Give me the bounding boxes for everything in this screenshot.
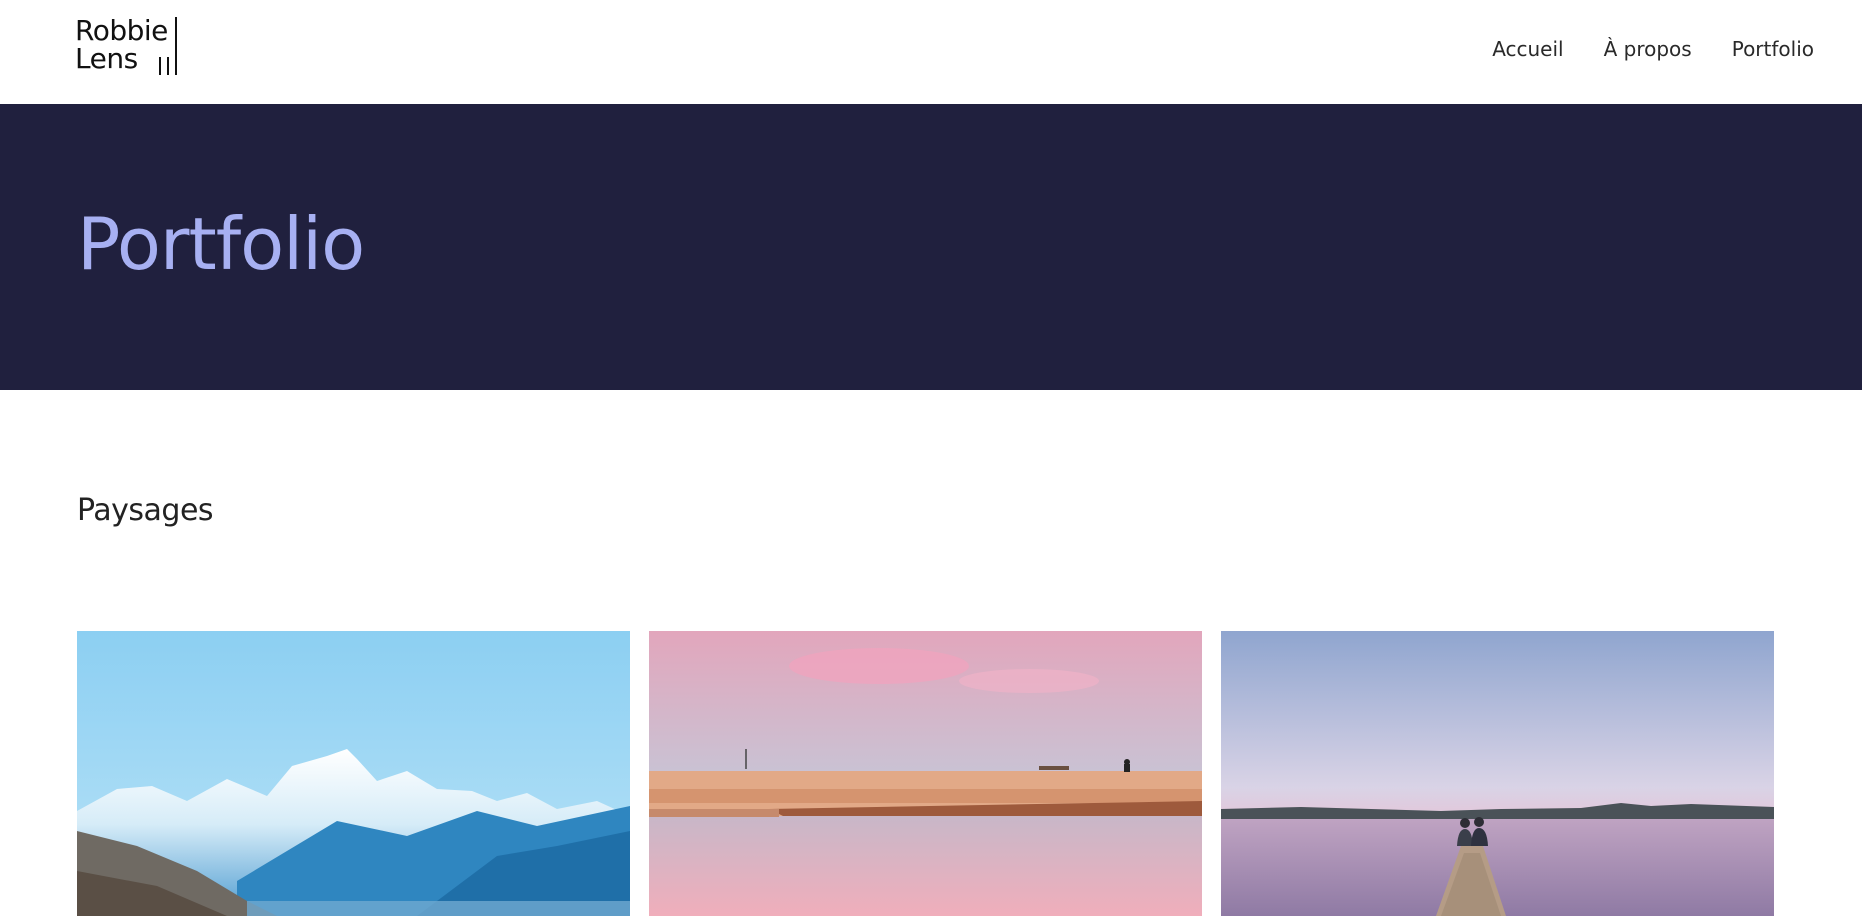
logo-text-line1: Robbie bbox=[75, 14, 168, 47]
couple-on-jetty-photo bbox=[1221, 631, 1774, 916]
page-title: Portfolio bbox=[77, 202, 365, 286]
logo-text-line2: Lens bbox=[75, 42, 138, 75]
image-gallery bbox=[77, 631, 1777, 916]
sunset-beach-photo bbox=[649, 631, 1202, 916]
hero-banner: Portfolio bbox=[0, 104, 1862, 390]
logo-bars-icon bbox=[155, 17, 181, 75]
site-logo[interactable]: Robbie Lens bbox=[75, 17, 185, 75]
main-nav: Accueil À propos Portfolio bbox=[1452, 36, 1814, 62]
gallery-image-couple-on-jetty[interactable] bbox=[1221, 631, 1774, 916]
gallery-image-sunset-beach[interactable] bbox=[649, 631, 1202, 916]
gallery-image-mountain-lake[interactable] bbox=[77, 631, 630, 916]
section-title: Paysages bbox=[77, 493, 214, 528]
nav-item-a-propos[interactable]: À propos bbox=[1604, 36, 1692, 62]
site-header: Robbie Lens Accueil À propos Portfolio bbox=[0, 0, 1862, 104]
mountain-lake-photo bbox=[77, 631, 630, 916]
nav-item-accueil[interactable]: Accueil bbox=[1492, 36, 1563, 62]
nav-item-portfolio[interactable]: Portfolio bbox=[1732, 36, 1814, 62]
